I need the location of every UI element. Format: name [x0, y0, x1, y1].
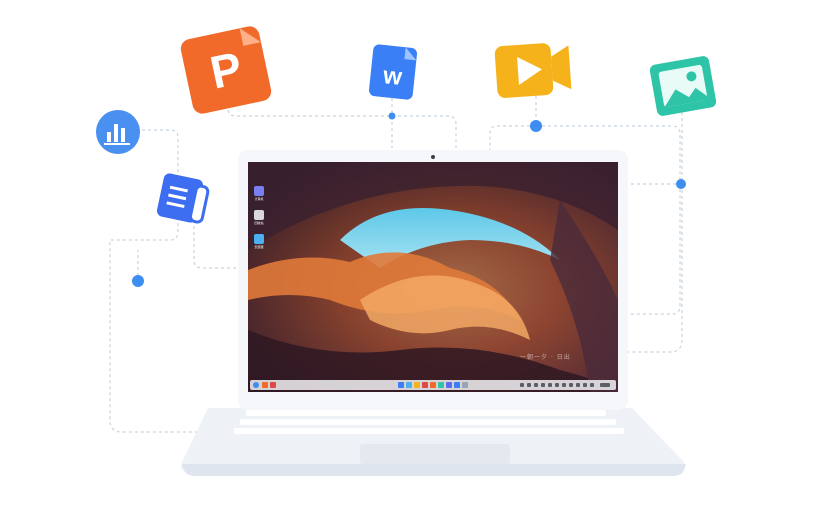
desktop-icon-trash[interactable]: 回收站	[252, 210, 266, 225]
connector-dot	[132, 275, 144, 287]
connector-dot	[388, 112, 396, 120]
writer-icon: w	[368, 44, 418, 100]
writer-icon-letter: w	[381, 62, 404, 91]
taskbar	[250, 380, 616, 390]
trackpad	[360, 444, 510, 464]
connector-dot	[676, 179, 686, 189]
dock-apps	[398, 382, 468, 388]
notes-icon	[156, 173, 210, 224]
connector-dot	[530, 120, 542, 132]
image-icon	[649, 56, 717, 116]
keyboard	[234, 410, 624, 434]
presentation-icon: P	[180, 26, 272, 114]
trash-icon	[254, 210, 264, 220]
desktop-icon-label: 计算机	[254, 197, 264, 201]
taskbar-app[interactable]	[262, 382, 268, 388]
taskbar-app[interactable]	[270, 382, 276, 388]
computer-icon	[254, 186, 264, 196]
illustration: P w	[96, 26, 717, 476]
desktop-icon-installer[interactable]: 安装器	[252, 234, 266, 249]
wallpaper-watermark: 一朝一夕 · 日出	[520, 354, 571, 361]
desktop-icon-computer[interactable]: 计算机	[252, 186, 266, 201]
installer-icon	[254, 234, 264, 244]
chart-icon	[96, 110, 140, 154]
video-icon	[494, 43, 572, 98]
launcher-icon[interactable]	[253, 382, 259, 388]
desktop-icon-label: 回收站	[254, 221, 264, 225]
desktop-icon-label: 安装器	[254, 245, 264, 249]
webcam	[431, 155, 435, 159]
